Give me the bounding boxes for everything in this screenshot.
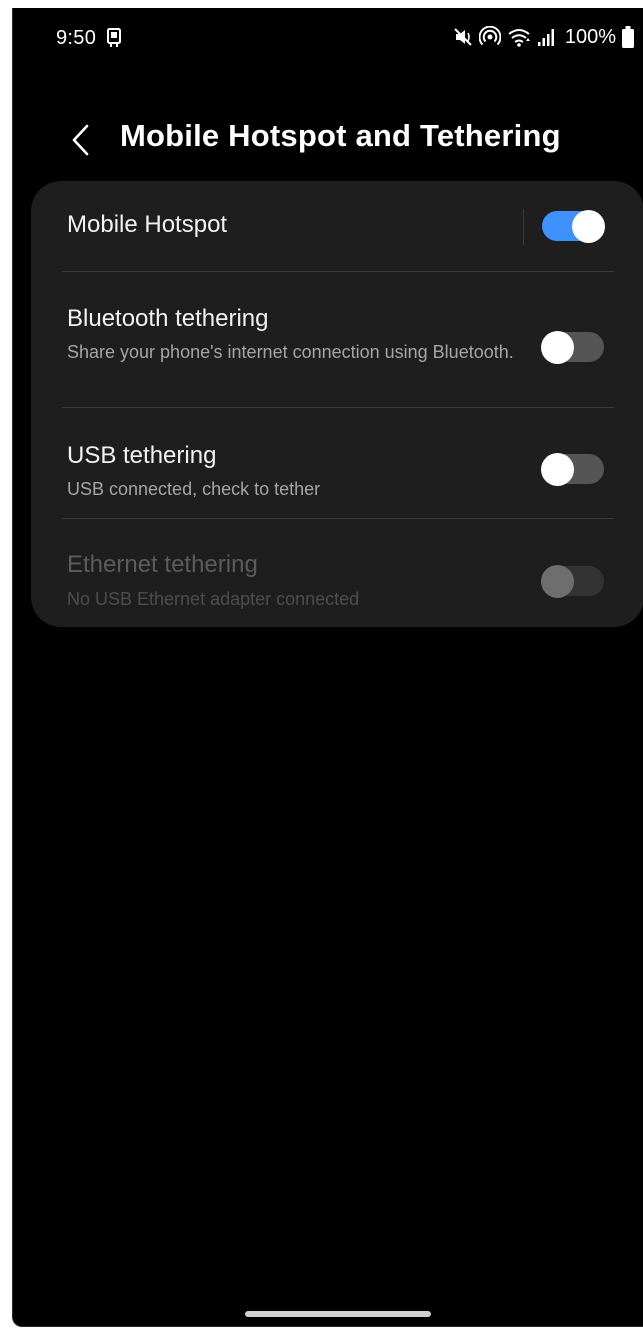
ethernet-tethering-label: Ethernet tethering bbox=[67, 551, 258, 578]
toggle-knob bbox=[572, 210, 605, 243]
vertical-divider bbox=[523, 209, 524, 245]
screen: 9:50 100% Mobile Hotspot and Tethering M… bbox=[12, 8, 643, 1327]
usb-tethering-toggle[interactable] bbox=[541, 453, 604, 486]
ethernet-tethering-description: No USB Ethernet adapter connected bbox=[67, 589, 360, 609]
mobile-hotspot-toggle[interactable] bbox=[542, 210, 605, 243]
mute-icon bbox=[453, 27, 473, 47]
screenshot-icon bbox=[106, 28, 124, 48]
bluetooth-tethering-label: Bluetooth tethering bbox=[67, 305, 269, 332]
setting-mobile-hotspot[interactable]: Mobile Hotspot bbox=[31, 181, 643, 271]
settings-card: Mobile Hotspot Bluetooth tethering Share… bbox=[31, 181, 643, 627]
usb-tethering-description: USB connected, check to tether bbox=[67, 479, 321, 499]
signal-icon bbox=[537, 27, 557, 47]
ethernet-tethering-toggle bbox=[541, 565, 604, 598]
back-chevron-icon[interactable] bbox=[69, 120, 93, 160]
wifi-icon bbox=[507, 26, 531, 48]
setting-bluetooth-tethering[interactable]: Bluetooth tethering Share your phone's i… bbox=[31, 272, 643, 406]
status-icons: 100% bbox=[453, 25, 634, 49]
usb-tethering-label: USB tethering bbox=[67, 442, 217, 469]
mobile-hotspot-label: Mobile Hotspot bbox=[67, 211, 228, 238]
status-bar: 9:50 100% bbox=[13, 8, 643, 66]
toggle-knob bbox=[541, 331, 574, 364]
toggle-knob bbox=[541, 453, 574, 486]
home-indicator[interactable] bbox=[245, 1311, 431, 1317]
page-title: Mobile Hotspot and Tethering bbox=[120, 118, 561, 153]
toggle-knob bbox=[541, 565, 574, 598]
battery-icon bbox=[622, 26, 634, 48]
hotspot-icon bbox=[478, 26, 501, 48]
bluetooth-tethering-description: Share your phone's internet connection u… bbox=[67, 342, 514, 362]
setting-usb-tethering[interactable]: USB tethering USB connected, check to te… bbox=[31, 408, 643, 518]
battery-percent: 100% bbox=[564, 25, 616, 48]
status-time: 9:50 bbox=[56, 27, 97, 49]
setting-ethernet-tethering: Ethernet tethering No USB Ethernet adapt… bbox=[31, 519, 643, 627]
bluetooth-tethering-toggle[interactable] bbox=[541, 331, 604, 364]
